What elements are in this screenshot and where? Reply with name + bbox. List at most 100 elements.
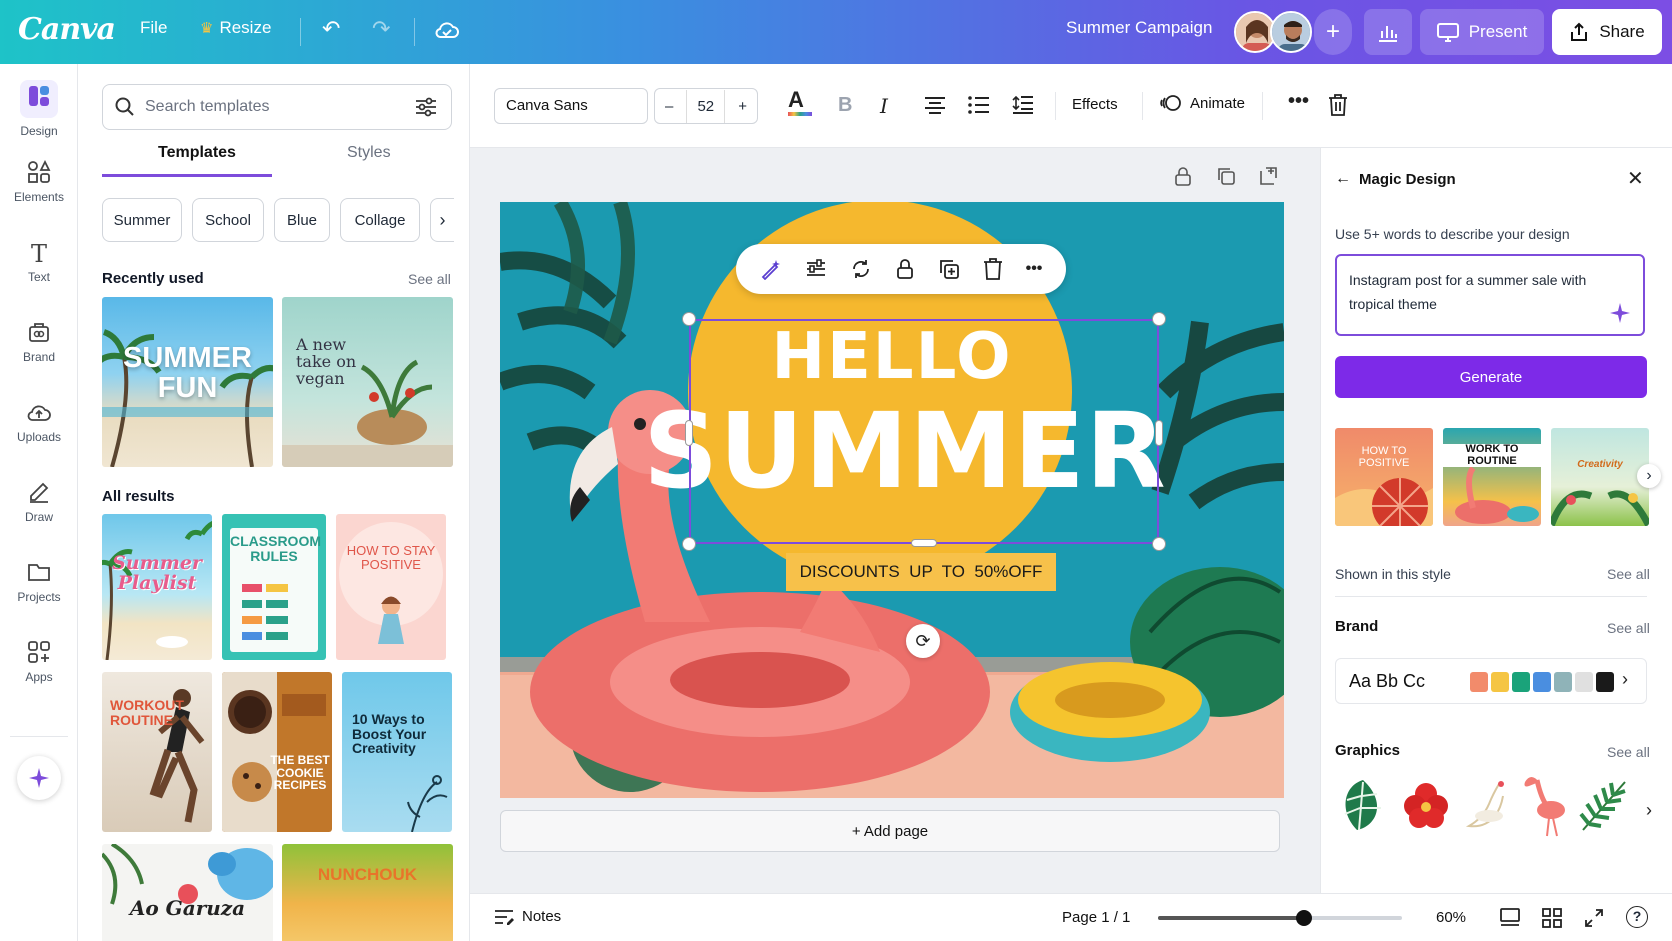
resize-handle[interactable] [682,537,696,551]
resize-handle[interactable] [911,539,937,547]
pages-view-icon[interactable] [1500,908,1520,928]
notes-button[interactable]: Notes [494,908,561,925]
animate-button[interactable]: Animate [1160,92,1245,114]
increase-size-button[interactable]: + [738,98,747,115]
flamingo-graphic[interactable] [1521,772,1571,838]
search-input[interactable]: Search templates [102,84,452,130]
template-thumb[interactable]: A new take on vegan [282,297,453,467]
back-arrow-icon[interactable]: ← [1335,170,1351,188]
cloud-save-icon[interactable] [434,20,460,40]
duplicate-page-icon[interactable] [1216,166,1236,186]
undo-icon[interactable]: ↶ [322,16,340,42]
align-center-icon[interactable] [924,96,946,114]
brand-color-swatch[interactable] [1596,672,1614,692]
fullscreen-icon[interactable] [1584,908,1604,928]
template-thumb[interactable]: WORKOUT ROUTINE [102,672,212,832]
zoom-slider-track[interactable] [1158,910,1402,926]
brand-color-swatch[interactable] [1491,672,1509,692]
rail-item-brand[interactable]: Brand [0,320,78,364]
file-menu[interactable]: File [140,18,167,38]
insights-button[interactable] [1364,9,1412,55]
bird-graphic[interactable] [1461,778,1513,834]
duplicate-icon[interactable] [938,258,960,280]
zoom-value[interactable]: 60% [1436,909,1466,926]
line-spacing-icon[interactable] [1012,95,1034,115]
present-button[interactable]: Present [1420,9,1544,55]
brand-color-swatch[interactable] [1533,672,1551,692]
canva-logo[interactable]: Canva [18,12,116,47]
redo-icon[interactable]: ↷ [372,16,390,42]
see-all-brand-link[interactable]: See all [1607,620,1650,636]
decrease-size-button[interactable]: – [665,98,673,115]
add-page-icon[interactable] [1258,166,1278,186]
brand-color-swatch[interactable] [1470,672,1488,692]
rail-item-draw[interactable]: Draw [0,480,78,524]
resize-button[interactable]: ♛ Resize [200,18,271,38]
selection-box[interactable] [689,319,1159,544]
template-thumb[interactable]: CLASSROOM RULES [222,514,326,660]
rotate-handle[interactable]: ⟳ [906,624,940,658]
share-button[interactable]: Share [1552,9,1662,55]
project-title[interactable]: Summer Campaign [1066,18,1212,38]
effects-button[interactable]: Effects [1072,96,1118,113]
resize-handle[interactable] [1155,420,1163,446]
graphics-next-button[interactable]: › [1637,798,1661,822]
prompt-textarea[interactable]: Instagram post for a summer sale with tr… [1335,254,1645,336]
close-icon[interactable]: ✕ [1627,166,1644,191]
more-options-icon[interactable]: ••• [1288,90,1309,113]
rail-item-projects[interactable]: Projects [0,560,78,604]
chip-summer[interactable]: Summer [102,198,182,242]
see-all-recent-link[interactable]: See all [408,271,451,287]
chip-collage[interactable]: Collage [340,198,420,242]
bold-icon[interactable]: B [838,94,852,117]
italic-icon[interactable]: I [880,94,888,118]
more-options-icon[interactable]: ••• [1026,260,1043,278]
trash-icon[interactable] [983,258,1003,280]
filter-icon[interactable] [415,97,437,117]
font-family-select[interactable]: Canva Sans [494,88,648,124]
resize-handle[interactable] [1152,537,1166,551]
magic-assistant-button[interactable] [17,756,61,800]
palm-leaf-graphic[interactable] [1579,776,1633,834]
brand-color-swatch[interactable] [1512,672,1530,692]
add-page-button[interactable]: + Add page [500,810,1280,852]
results-next-button[interactable]: › [1637,464,1661,488]
trash-icon[interactable] [1328,94,1348,116]
adjust-icon[interactable] [805,258,827,280]
text-color-icon[interactable]: A [788,89,812,116]
chip-school[interactable]: School [192,198,264,242]
chips-scroll-right[interactable]: › [430,198,454,242]
brand-color-swatch[interactable] [1575,672,1593,692]
rail-item-uploads[interactable]: Uploads [0,400,78,444]
replace-icon[interactable] [850,258,872,280]
magic-result-thumb[interactable]: HOW TO POSITIVE [1335,428,1433,526]
bullet-list-icon[interactable] [968,96,990,114]
chip-blue[interactable]: Blue [274,198,330,242]
template-thumb[interactable]: HOW TO STAY POSITIVE [336,514,446,660]
brand-kit-row[interactable]: Aa Bb Cc › [1335,658,1647,704]
help-icon[interactable]: ? [1626,906,1648,928]
template-thumb[interactable]: THE BEST COOKIE RECIPES [222,672,332,832]
magic-write-icon[interactable] [760,258,782,280]
rail-item-elements[interactable]: Elements [0,160,78,204]
add-collaborator-button[interactable]: + [1314,9,1352,55]
magic-design-header[interactable]: ← Magic Design [1335,170,1456,188]
template-thumb[interactable]: NUNCHOUK [282,844,453,941]
template-thumb[interactable]: Summer Playlist [102,514,212,660]
brand-color-swatch[interactable] [1554,672,1572,692]
resize-handle[interactable] [1152,312,1166,326]
font-size-value[interactable]: 52 [686,89,726,123]
monstera-leaf-graphic[interactable] [1337,776,1389,836]
rail-item-text[interactable]: T Text [0,240,78,284]
see-all-graphics-link[interactable]: See all [1607,744,1650,760]
tab-styles[interactable]: Styles [347,144,391,162]
hibiscus-graphic[interactable] [1401,780,1451,830]
grid-view-icon[interactable] [1542,908,1562,928]
generate-button[interactable]: Generate [1335,356,1647,398]
template-thumb[interactable]: SUMMER FUN [102,297,273,467]
lock-icon[interactable] [895,258,915,280]
magic-result-thumb[interactable]: WORK TO ROUTINE [1443,428,1541,526]
avatar[interactable] [1270,11,1312,53]
tab-templates[interactable]: Templates [158,144,236,162]
lock-icon[interactable] [1174,166,1192,186]
